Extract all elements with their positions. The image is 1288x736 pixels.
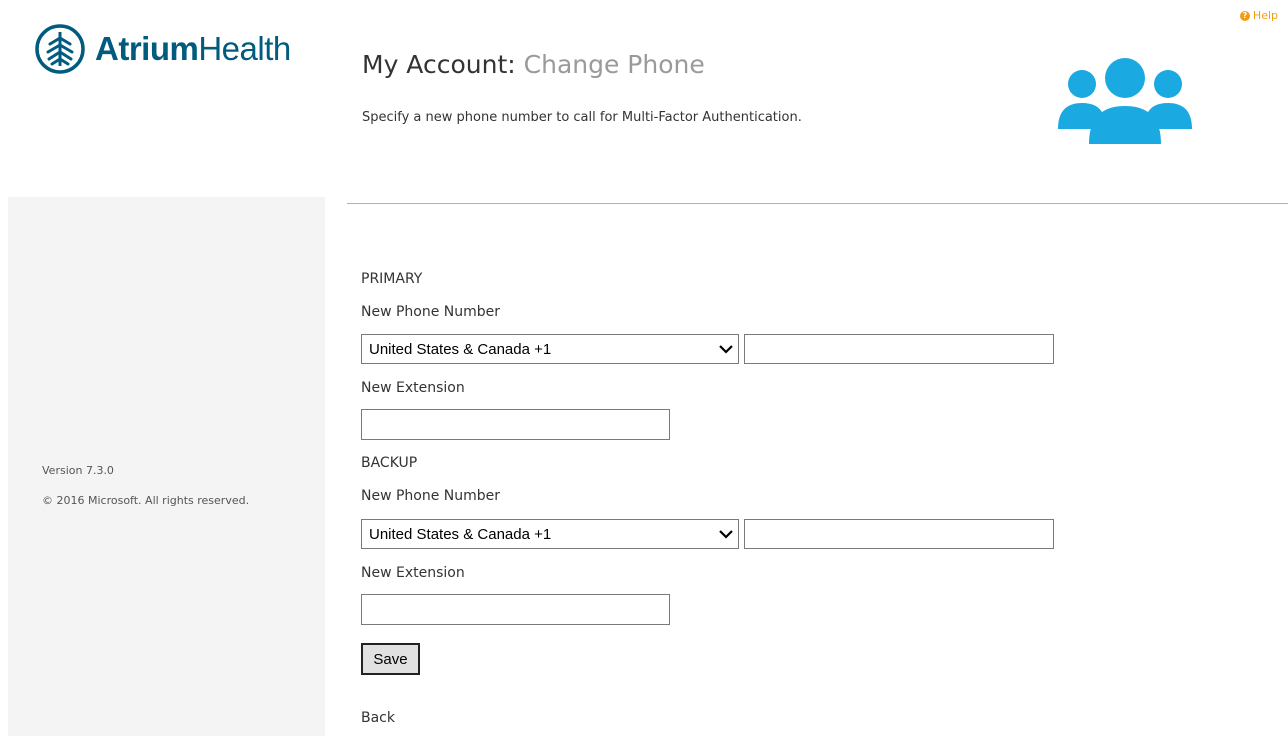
question-circle-icon: ? bbox=[1239, 10, 1250, 21]
primary-extension-label: New Extension bbox=[361, 380, 465, 396]
page-title-suffix: Change Phone bbox=[523, 50, 705, 79]
backup-phone-input[interactable] bbox=[744, 519, 1054, 549]
backup-extension-input[interactable] bbox=[361, 594, 670, 625]
page-description: Specify a new phone number to call for M… bbox=[362, 110, 802, 125]
back-link[interactable]: Back bbox=[361, 710, 395, 726]
sidebar-panel: Version 7.3.0 © 2016 Microsoft. All righ… bbox=[8, 197, 325, 736]
users-group-icon bbox=[1058, 58, 1192, 144]
primary-phone-label: New Phone Number bbox=[361, 304, 501, 320]
primary-phone-input[interactable] bbox=[744, 334, 1054, 364]
backup-country-select[interactable]: United States & Canada +1 bbox=[361, 519, 739, 549]
page-title: My Account: Change Phone bbox=[362, 50, 705, 79]
primary-extension-input[interactable] bbox=[361, 409, 670, 440]
mfa-change-phone-page: ? Help AtriumHealth My Account: Change P… bbox=[0, 0, 1288, 736]
help-link[interactable]: ? Help bbox=[1239, 9, 1278, 22]
backup-country-value: United States & Canada +1 bbox=[369, 525, 552, 543]
backup-phone-label: New Phone Number bbox=[361, 488, 501, 504]
primary-country-value: United States & Canada +1 bbox=[369, 340, 552, 358]
logo-light-text: Health bbox=[198, 30, 291, 67]
copyright-text: © 2016 Microsoft. All rights reserved. bbox=[42, 494, 250, 507]
primary-heading: PRIMARY bbox=[361, 271, 423, 287]
chevron-down-icon bbox=[719, 530, 733, 539]
chevron-down-icon bbox=[719, 345, 733, 354]
backup-heading: BACKUP bbox=[361, 455, 418, 471]
logo-wordmark: AtriumHealth bbox=[95, 30, 291, 68]
atrium-leaf-logo-icon bbox=[35, 24, 85, 74]
header-divider bbox=[347, 203, 1288, 204]
backup-extension-label: New Extension bbox=[361, 565, 465, 581]
save-button[interactable]: Save bbox=[361, 643, 420, 675]
atrium-health-logo: AtriumHealth bbox=[35, 24, 291, 74]
primary-country-select[interactable]: United States & Canada +1 bbox=[361, 334, 739, 364]
version-text: Version 7.3.0 bbox=[42, 464, 114, 477]
logo-bold-text: Atrium bbox=[95, 30, 199, 67]
help-label: Help bbox=[1252, 9, 1278, 22]
page-title-prefix: My Account: bbox=[362, 50, 516, 79]
